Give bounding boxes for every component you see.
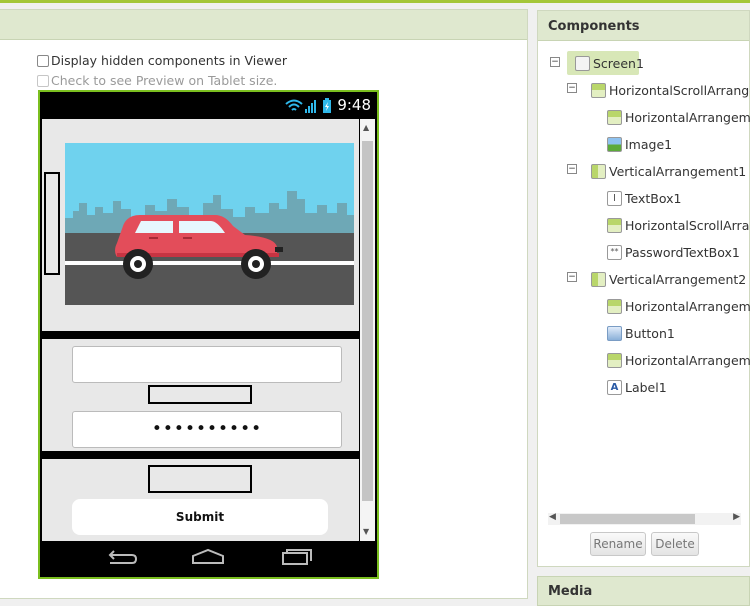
tree-item-label: VerticalArrangement2 bbox=[609, 271, 747, 287]
horizontal-scroll-arrangement[interactable] bbox=[44, 172, 60, 275]
battery-icon bbox=[323, 98, 331, 113]
status-icons bbox=[285, 98, 331, 113]
tree-item-label: TextBox1 bbox=[625, 190, 682, 206]
collapse-toggle-icon[interactable]: − bbox=[567, 83, 577, 93]
display-hidden-checkbox[interactable]: Display hidden components in Viewer bbox=[37, 53, 287, 68]
back-icon bbox=[108, 550, 138, 564]
horizontal-arrangement-box[interactable] bbox=[148, 465, 252, 493]
scroll-left-arrow-icon[interactable]: ◀ bbox=[549, 512, 556, 522]
tree-item-label: HorizontalScrollArrang bbox=[625, 217, 750, 233]
tree-item-horizontal-arrangement-3[interactable]: HorizontalArrangemen bbox=[607, 350, 750, 370]
horizontal-arrangement-icon bbox=[607, 298, 622, 314]
tree-item-label: Button1 bbox=[625, 325, 675, 341]
tablet-preview-checkbox[interactable]: Check to see Preview on Tablet size. bbox=[37, 73, 277, 88]
vertical-arrangement-icon bbox=[591, 271, 606, 287]
screen-icon bbox=[575, 55, 590, 71]
tree-item-vertical-arrangement1[interactable]: VerticalArrangement1 bbox=[591, 161, 746, 181]
tree-item-image1[interactable]: Image1 bbox=[607, 134, 672, 154]
tree-item-horizontal-scroll-arrangement-2[interactable]: HorizontalScrollArrang bbox=[607, 215, 750, 235]
tablet-preview-label: Check to see Preview on Tablet size. bbox=[51, 73, 278, 88]
signal-icon bbox=[305, 100, 316, 113]
components-hscrollbar[interactable]: ◀ ▶ bbox=[548, 512, 741, 525]
horizontal-arrangement-icon bbox=[607, 109, 622, 125]
arrangement-divider bbox=[42, 331, 359, 339]
tree-item-horizontal-arrangement[interactable]: HorizontalArrangemen bbox=[607, 107, 750, 127]
tree-item-label: VerticalArrangement1 bbox=[609, 163, 747, 179]
textbox1[interactable] bbox=[72, 346, 342, 383]
viewer-header bbox=[0, 10, 527, 40]
tree-item-button1[interactable]: Button1 bbox=[607, 323, 675, 343]
tree-item-vertical-arrangement2[interactable]: VerticalArrangement2 bbox=[591, 269, 746, 289]
password-textbox-icon: ** bbox=[607, 244, 622, 260]
scroll-right-arrow-icon[interactable]: ▶ bbox=[733, 512, 740, 522]
horizontal-arrangement-icon bbox=[607, 352, 622, 368]
label-icon: A bbox=[607, 379, 622, 395]
vertical-arrangement-icon bbox=[591, 163, 606, 179]
car-image[interactable] bbox=[65, 143, 354, 305]
nav-buttons bbox=[108, 548, 312, 565]
scroll-down-arrow-icon[interactable]: ▼ bbox=[363, 527, 369, 536]
tree-item-label: Screen1 bbox=[593, 55, 644, 71]
top-accent-bar bbox=[0, 0, 750, 3]
horizontal-scroll-arrangement-2[interactable] bbox=[148, 385, 252, 404]
horizontal-arrangement-icon bbox=[607, 217, 622, 233]
display-hidden-label: Display hidden components in Viewer bbox=[51, 53, 287, 68]
phone-scrollbar[interactable]: ▲ ▼ bbox=[360, 119, 375, 541]
wifi-icon bbox=[285, 99, 303, 111]
tree-item-label: HorizontalArrangemen bbox=[625, 352, 750, 368]
status-clock: 9:48 bbox=[337, 96, 371, 114]
tree-item-label: HorizontalScrollArrangem bbox=[609, 82, 750, 98]
image-icon bbox=[607, 136, 622, 152]
media-header: Media bbox=[537, 576, 750, 606]
tree-item-password-textbox1[interactable]: ** PasswordTextBox1 bbox=[607, 242, 740, 262]
tree-item-screen1[interactable]: Screen1 bbox=[575, 53, 644, 73]
tree-item-horizontal-scroll-arrangement[interactable]: HorizontalScrollArrangem bbox=[591, 80, 750, 100]
home-icon bbox=[192, 548, 224, 564]
tree-item-label: HorizontalArrangemen bbox=[625, 109, 750, 125]
android-nav-bar bbox=[40, 541, 377, 577]
components-panel: Components − Screen1 − HorizontalScrollA… bbox=[537, 10, 750, 567]
horizontal-arrangement-icon bbox=[591, 82, 606, 98]
screen-content: •••••••••• Submit bbox=[42, 119, 359, 541]
submit-button[interactable]: Submit bbox=[72, 499, 328, 535]
rename-button[interactable]: Rename bbox=[590, 532, 646, 556]
tree-item-label1[interactable]: A Label1 bbox=[607, 377, 667, 397]
tree-item-label: HorizontalArrangemen bbox=[625, 298, 750, 314]
arrangement-divider bbox=[42, 451, 359, 459]
collapse-toggle-icon[interactable]: − bbox=[567, 164, 577, 174]
password-textbox[interactable]: •••••••••• bbox=[72, 411, 342, 448]
scroll-thumb[interactable] bbox=[362, 141, 373, 501]
tree-item-label: Image1 bbox=[625, 136, 673, 152]
car-illustration bbox=[65, 143, 354, 305]
textbox-icon: I bbox=[607, 190, 622, 206]
checkbox-box[interactable] bbox=[37, 54, 49, 67]
tree-item-label: PasswordTextBox1 bbox=[625, 244, 740, 260]
tree-item-textbox1[interactable]: I TextBox1 bbox=[607, 188, 681, 208]
scroll-up-arrow-icon[interactable]: ▲ bbox=[363, 123, 369, 132]
recents-icon bbox=[282, 549, 312, 565]
components-header: Components bbox=[538, 11, 749, 41]
status-bar: 9:48 bbox=[40, 92, 377, 118]
phone-preview: 9:48 •••••••••• Submit ▲ ▼ bbox=[38, 90, 379, 579]
tree-item-horizontal-arrangement-2[interactable]: HorizontalArrangemen bbox=[607, 296, 750, 316]
collapse-toggle-icon[interactable]: − bbox=[567, 272, 577, 282]
checkbox-box[interactable] bbox=[37, 74, 49, 87]
hscroll-thumb[interactable] bbox=[560, 514, 695, 524]
tree-item-label: Label1 bbox=[625, 379, 667, 395]
collapse-toggle-icon[interactable]: − bbox=[550, 57, 560, 67]
delete-button[interactable]: Delete bbox=[651, 532, 699, 556]
button-icon bbox=[607, 325, 622, 341]
